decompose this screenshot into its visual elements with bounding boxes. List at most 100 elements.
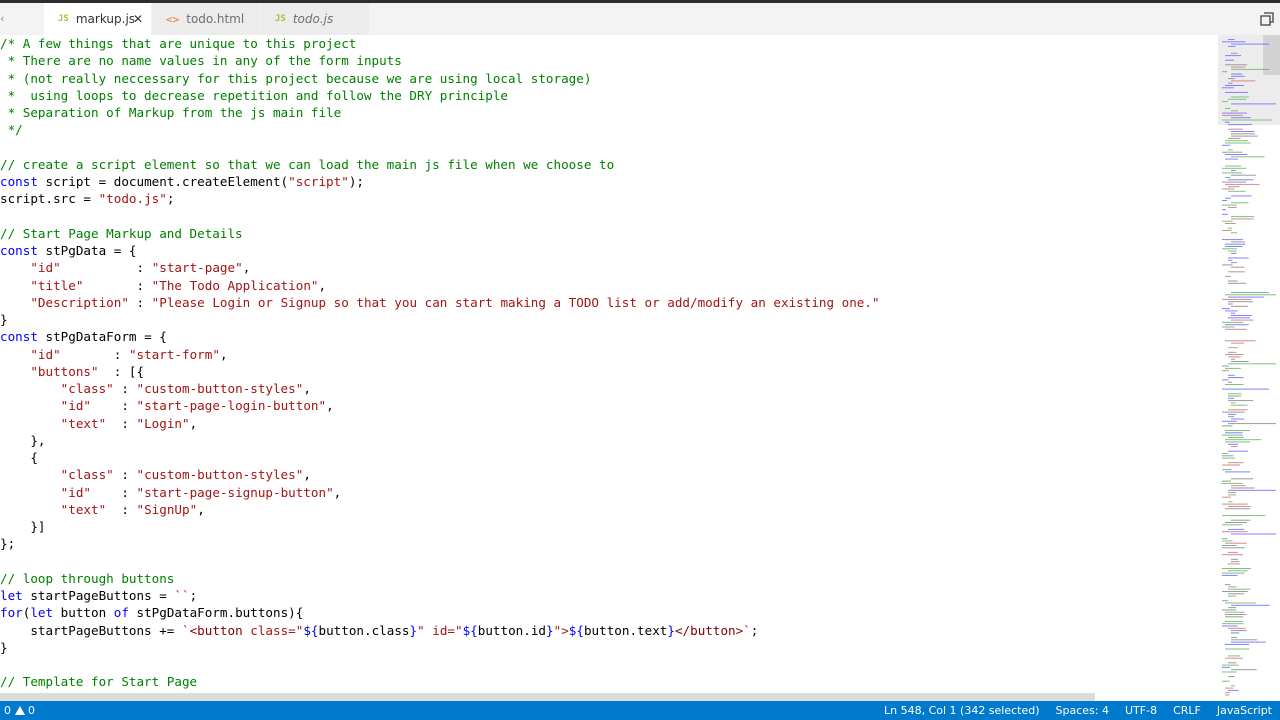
minimap-line	[1231, 641, 1266, 643]
minimap-line	[1225, 584, 1231, 586]
code-token: ,	[303, 381, 311, 396]
minimap-line	[1225, 121, 1230, 123]
code-line: "Description" : "Please Login or Signup …	[0, 294, 1218, 311]
minimap-line	[1225, 616, 1244, 618]
code-line: script.src = "todo.js";	[0, 190, 1218, 207]
minimap[interactable]	[1218, 35, 1280, 701]
minimap-line	[1225, 243, 1246, 245]
encoding-setting[interactable]: UTF-8	[1117, 701, 1165, 720]
minimap-line	[1231, 404, 1248, 406]
minimap-line	[1222, 41, 1246, 43]
minimap-line	[1222, 204, 1237, 206]
minimap-line	[1231, 135, 1258, 137]
code-token: "start-form"	[128, 346, 220, 362]
minimap-line	[1222, 209, 1227, 211]
cursor-position[interactable]: Ln 548, Col 1 (342 selected)	[876, 701, 1048, 720]
minimap-line	[1225, 471, 1250, 473]
minimap-line	[1231, 630, 1247, 632]
minimap-line	[1228, 374, 1235, 376]
code-editor[interactable]: /* A few things that are unique to this …	[0, 35, 1218, 701]
minimap-line	[1228, 227, 1233, 229]
minimap-line	[1231, 232, 1237, 234]
minimap-line	[1228, 128, 1243, 130]
indentation-setting[interactable]: Spaces: 4	[1048, 701, 1117, 720]
code-token: script = document.createElement(	[37, 174, 289, 189]
minimap-line	[1222, 464, 1240, 466]
minimap-line	[1225, 59, 1235, 61]
code-token: const	[0, 243, 38, 258]
code-token: :	[91, 484, 137, 500]
minimap-line	[1222, 71, 1228, 73]
minimap-line	[1225, 183, 1260, 185]
minimap-line	[1222, 370, 1229, 372]
minimap-line	[1225, 367, 1241, 369]
minimap-line	[1231, 561, 1240, 563]
code-token: "id"	[60, 484, 92, 500]
problems-indicator[interactable]: 0 0	[4, 701, 35, 720]
minimap-line	[1231, 669, 1257, 671]
code-token: ,	[197, 501, 205, 517]
eol-setting[interactable]: CRLF	[1165, 701, 1209, 720]
code-line: /* A few things that are unique to this …	[0, 35, 1218, 52]
minimap-line	[1222, 87, 1234, 89]
minimap-line	[1222, 600, 1229, 602]
minimap-line	[1231, 402, 1236, 404]
tab-todo-js[interactable]: JS todo.js	[261, 3, 369, 35]
minimap-line	[1222, 167, 1247, 169]
minimap-line	[1231, 519, 1251, 521]
tab-label: todo.js	[292, 12, 334, 26]
vertical-scrollbar-thumb[interactable]	[1263, 35, 1280, 75]
status-bar: 0 0 Ln 548, Col 1 (342 selected) Spaces:…	[0, 701, 1280, 720]
minimap-line	[1222, 457, 1236, 459]
minimap-line	[1225, 223, 1236, 224]
code-token: let	[30, 605, 54, 621]
code-line: "id" : "start-page",	[0, 259, 1218, 276]
code-line: },	[0, 432, 1218, 449]
code-line: }	[0, 639, 1218, 656]
minimap-line	[1228, 301, 1253, 303]
minimap-line	[1228, 303, 1233, 305]
code-token: :	[106, 501, 137, 517]
tab-todo-html[interactable]: <> todo.html	[152, 3, 260, 35]
code-token: ${	[303, 622, 319, 638]
code-line: }]	[0, 518, 1218, 535]
language-mode[interactable]: JavaScript	[1209, 701, 1280, 720]
minimap-line	[1228, 282, 1246, 284]
close-icon[interactable]: ✕	[133, 11, 143, 27]
minimap-line	[1225, 158, 1238, 160]
minimap-line	[1231, 305, 1248, 307]
split-editor-icon[interactable]	[1260, 12, 1274, 26]
code-token: // Template for Start Page	[0, 674, 198, 690]
warning-count: 0	[28, 704, 35, 717]
code-token: }	[546, 622, 554, 638]
code-token: ;	[166, 191, 175, 207]
minimap-line	[1231, 202, 1249, 204]
code-token: },	[0, 432, 46, 448]
code-token: "buttons"	[30, 363, 99, 379]
minimap-line	[1228, 356, 1241, 358]
tab-markup-js[interactable]: JS markup.js ✕	[44, 3, 151, 35]
horizontal-scrollbar[interactable]	[0, 693, 1095, 701]
minimap-line	[1225, 694, 1230, 696]
minimap-line	[1231, 52, 1238, 54]
minimap-line	[1228, 271, 1245, 273]
minimap-line	[1228, 280, 1238, 282]
minimap-line	[1228, 82, 1233, 84]
minimap-line	[1228, 593, 1245, 595]
minimap-line	[1231, 632, 1240, 634]
minimap-line	[1228, 351, 1237, 353]
minimap-line	[1225, 64, 1248, 66]
minimap-line	[1222, 664, 1239, 666]
minimap-line	[1228, 528, 1245, 530]
minimap-line	[1222, 469, 1232, 471]
code-token: "title"	[30, 277, 84, 293]
minimap-line	[1225, 354, 1244, 356]
minimap-line	[1228, 397, 1235, 399]
code-token: :	[91, 398, 137, 414]
js-file-icon: JS	[275, 14, 286, 24]
minimap-line	[1222, 554, 1244, 556]
minimap-line	[1222, 524, 1243, 526]
minimap-line	[1231, 131, 1255, 132]
